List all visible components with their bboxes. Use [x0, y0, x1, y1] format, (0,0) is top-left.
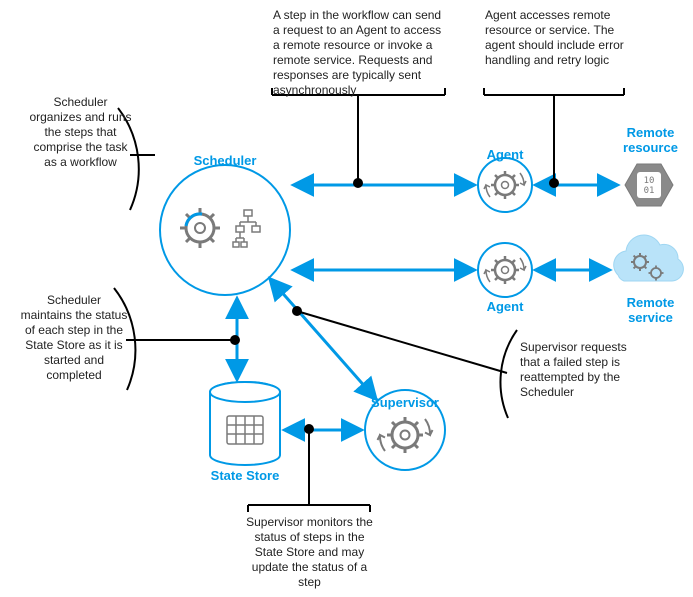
- gear-icon: [180, 208, 220, 248]
- scheduler-node: [160, 165, 290, 295]
- state-store-node: [210, 382, 280, 465]
- remote-service-node: [614, 235, 684, 281]
- annotation-step-request: A step in the workflow can send a reques…: [273, 8, 448, 98]
- diagram-canvas: 10 01: [0, 0, 693, 597]
- svg-text:01: 01: [644, 186, 655, 196]
- scheduler-title: Scheduler: [185, 153, 265, 168]
- remote-resource-title: Remote resource: [613, 125, 688, 155]
- annotation-supervisor-requests: Supervisor requests that a failed step i…: [520, 340, 638, 400]
- state-store-title: State Store: [210, 468, 280, 483]
- agent-bottom-title: Agent: [485, 299, 525, 314]
- remote-service-title: Remote service: [613, 295, 688, 325]
- annotation-scheduler-workflow: Scheduler organizes and runs the steps t…: [28, 95, 133, 170]
- annotation-scheduler-maintains: Scheduler maintains the status of each s…: [20, 293, 128, 383]
- remote-resource-node: 10 01: [625, 164, 673, 206]
- annotation-supervisor-monitors: Supervisor monitors the status of steps …: [242, 515, 377, 590]
- table-icon: [227, 416, 263, 444]
- supervisor-title: Supervisor: [370, 395, 440, 410]
- agent-top-title: Agent: [485, 147, 525, 162]
- svg-text:10: 10: [644, 176, 655, 186]
- annotation-agent-access: Agent accesses remote resource or servic…: [485, 8, 630, 68]
